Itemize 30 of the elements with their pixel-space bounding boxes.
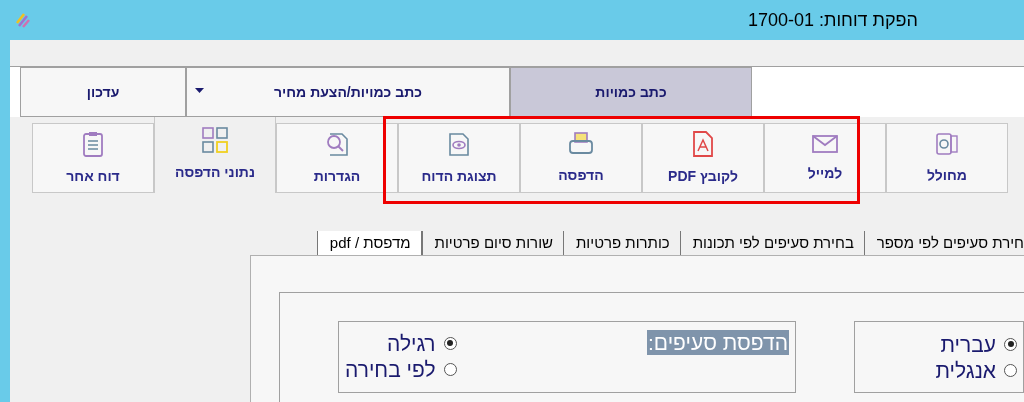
radio-label: לפי בחירה	[345, 358, 436, 380]
radio-label: אנגלית	[935, 359, 996, 381]
radio-button[interactable]	[1004, 363, 1017, 377]
toolbar-button[interactable]: תצוגת הדוח	[398, 123, 520, 193]
pdf-file-icon	[692, 129, 714, 158]
app-logo-icon	[14, 11, 32, 29]
toolbar-button[interactable]: למייל	[764, 123, 886, 193]
report-tab[interactable]: עדכון	[20, 67, 186, 117]
toolbar-button[interactable]: מחולל	[886, 123, 1008, 193]
printer-icon	[567, 130, 595, 157]
envelope-icon	[811, 132, 839, 155]
sub-tab[interactable]: חירת סעיפים לפי מספר	[863, 231, 1024, 255]
toolbar-button[interactable]: הגדרות	[276, 123, 398, 193]
toolbar-button[interactable]: לקובץ PDF	[642, 123, 764, 193]
radio-button[interactable]	[1004, 337, 1017, 351]
group-label: הדפסת סעיפים:	[647, 330, 789, 355]
toolbar-button[interactable]: דוח אחר	[32, 123, 154, 193]
clipboard-icon	[82, 129, 104, 158]
dropdown-tab[interactable]: כתב כמויות/הצעת מחיר	[186, 67, 510, 117]
radio-button[interactable]	[443, 336, 457, 350]
radio-label: רגילה	[387, 332, 436, 354]
radio-button[interactable]	[443, 362, 457, 376]
grid-icon	[201, 126, 229, 154]
sub-tab[interactable]: מדפסת / pdf	[316, 231, 422, 255]
window-title: הפקת דוחות: 1700-01	[747, 8, 919, 32]
toolbar-button[interactable]: הדפסה	[520, 123, 642, 193]
toolbar-button[interactable]: נתוני הדפסה	[154, 115, 276, 193]
caret-icon	[195, 88, 204, 94]
radio-label: עברית	[940, 333, 996, 355]
report-tab[interactable]: כתב כמויות	[510, 67, 752, 117]
